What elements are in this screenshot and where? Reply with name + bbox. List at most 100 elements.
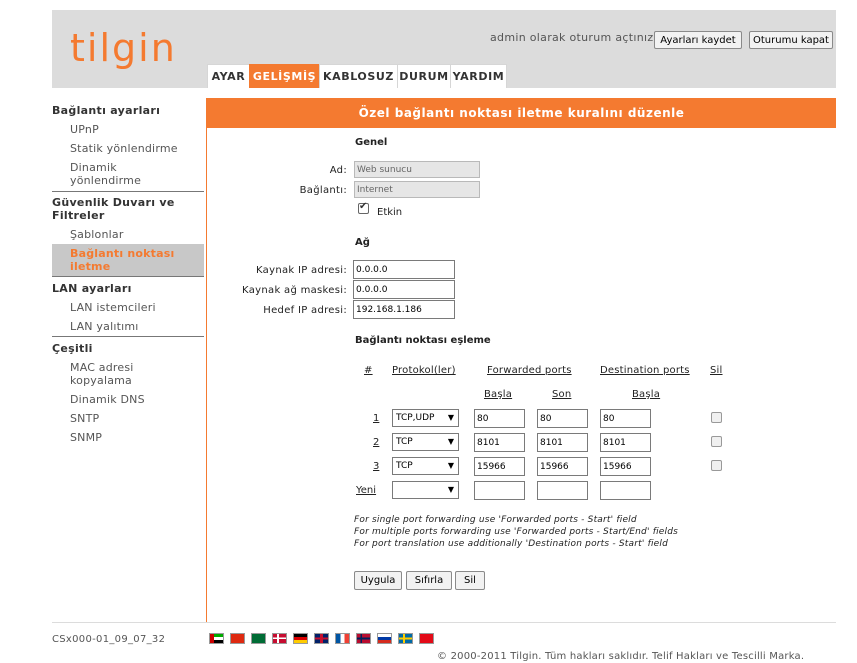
forwarded-start-input[interactable] [474, 409, 525, 428]
content-divider [206, 98, 207, 622]
port-mapping-heading: Bağlantı noktası eşleme [355, 335, 491, 346]
reset-button[interactable]: Sıfırla [406, 571, 452, 590]
delete-checkbox[interactable] [711, 436, 722, 447]
sidebar-section-baglanti: Bağlantı ayarları [52, 104, 161, 117]
tab-ayar[interactable]: AYAR [207, 64, 249, 88]
new-row-link[interactable]: Yeni [356, 485, 376, 496]
firmware-version: CSx000-01_09_07_32 [52, 634, 166, 645]
french-flag-icon[interactable] [335, 633, 350, 644]
protocol-value: TCP [396, 437, 413, 447]
dropdown-arrow-icon: ▼ [447, 485, 454, 494]
swedish-flag-icon[interactable] [398, 633, 413, 644]
logout-button[interactable]: Oturumu kapat [749, 31, 833, 49]
sidebar-divider [52, 191, 204, 192]
general-heading: Genel [355, 137, 388, 148]
sidebar-item-dynamic-routing[interactable]: Dinamik yönlendirme [70, 161, 180, 187]
danish-flag-icon[interactable] [272, 633, 287, 644]
help-note: For single port forwarding use 'Forwarde… [354, 515, 637, 525]
sidebar-section-misc: Çeşitli [52, 342, 93, 355]
sidebar-item-sntp[interactable]: SNTP [70, 412, 99, 425]
sidebar-item-snmp[interactable]: SNMP [70, 431, 102, 444]
help-note: For port translation use additionally 'D… [354, 539, 669, 549]
forwarded-end-input[interactable] [537, 433, 588, 452]
forwarded-start-input[interactable] [474, 433, 525, 452]
sidebar-section-firewall: Güvenlik Duvarı ve Filtreler [52, 196, 175, 222]
sidebar-divider [52, 276, 204, 277]
forwarded-end-input[interactable] [537, 457, 588, 476]
tab-yardim[interactable]: YARDIM [450, 64, 507, 88]
row-number-link[interactable]: 2 [373, 437, 379, 448]
protocol-value: TCP [396, 461, 413, 471]
column-destination-ports: Destination ports [600, 365, 690, 376]
copyright-text: © 2000-2011 Tilgin. Tüm hakları saklıdır… [437, 651, 805, 662]
sidebar-item-upnp[interactable]: UPnP [70, 123, 99, 136]
source-mask-input[interactable] [353, 280, 455, 299]
name-field[interactable] [354, 161, 480, 178]
connection-label: Bağlantı: [299, 185, 347, 196]
turkish-flag-icon[interactable] [419, 633, 434, 644]
sidebar-item-dynamic-dns[interactable]: Dinamik DNS [70, 393, 145, 406]
name-label: Ad: [329, 165, 347, 176]
apply-button[interactable]: Uygula [354, 571, 402, 590]
sidebar-item-port-forwarding[interactable]: Bağlantı noktası iletme [52, 244, 204, 276]
delete-checkbox[interactable] [711, 460, 722, 471]
protocol-select[interactable]: TCP ▼ [392, 457, 459, 475]
new-protocol-select[interactable]: ▼ [392, 481, 459, 499]
tab-durum[interactable]: DURUM [397, 64, 450, 88]
arabic-flag-icon[interactable] [209, 633, 224, 644]
protocol-select[interactable]: TCP ▼ [392, 433, 459, 451]
connection-field[interactable] [354, 181, 480, 198]
sidebar-item-static-routing[interactable]: Statik yönlendirme [70, 142, 178, 155]
tab-gelismis[interactable]: GELİŞMİŞ [249, 64, 319, 88]
sidebar-item-lan-isolation[interactable]: LAN yalıtımı [70, 320, 139, 333]
destination-start-input[interactable] [600, 457, 651, 476]
destination-ip-label: Hedef IP adresi: [263, 305, 347, 316]
column-destination-start: Başla [632, 389, 661, 400]
source-mask-label: Kaynak ağ maskesi: [242, 285, 347, 296]
dropdown-arrow-icon: ▼ [447, 413, 454, 422]
new-destination-start-input[interactable] [600, 481, 651, 500]
chinese-flag-icon[interactable] [230, 633, 245, 644]
uk-flag-icon[interactable] [314, 633, 329, 644]
footer-divider [52, 622, 836, 623]
delete-button[interactable]: Sil [455, 571, 485, 590]
saudi-flag-icon[interactable] [251, 633, 266, 644]
new-forwarded-end-input[interactable] [537, 481, 588, 500]
protocol-value: TCP,UDP [396, 413, 435, 423]
sidebar-item-lan-clients[interactable]: LAN istemcileri [70, 301, 156, 314]
delete-checkbox[interactable] [711, 412, 722, 423]
column-delete: Sil [710, 365, 723, 376]
forwarded-end-input[interactable] [537, 409, 588, 428]
tilgin-logo: tilgin [70, 26, 177, 70]
tab-kablosuz[interactable]: KABLOSUZ [319, 64, 397, 88]
new-forwarded-start-input[interactable] [474, 481, 525, 500]
dropdown-arrow-icon: ▼ [447, 437, 454, 446]
destination-start-input[interactable] [600, 433, 651, 452]
russian-flag-icon[interactable] [377, 633, 392, 644]
column-forwarded-start: Başla [484, 389, 513, 400]
column-forwarded-ports: Forwarded ports [487, 365, 572, 376]
source-ip-label: Kaynak IP adresi: [256, 265, 347, 276]
forwarded-start-input[interactable] [474, 457, 525, 476]
sidebar-section-lan: LAN ayarları [52, 282, 132, 295]
column-forwarded-end: Son [552, 389, 572, 400]
enabled-checkbox[interactable] [358, 201, 369, 214]
network-heading: Ağ [355, 237, 370, 248]
row-number-link[interactable]: 1 [373, 413, 379, 424]
enabled-label: Etkin [377, 207, 403, 218]
save-settings-button[interactable]: Ayarları kaydet [654, 31, 742, 49]
destination-ip-input[interactable] [353, 300, 455, 319]
column-protocol: Protokol(ler) [392, 365, 456, 376]
protocol-select[interactable]: TCP,UDP ▼ [392, 409, 459, 427]
norwegian-flag-icon[interactable] [356, 633, 371, 644]
row-number-link[interactable]: 3 [373, 461, 379, 472]
dropdown-arrow-icon: ▼ [447, 461, 454, 470]
sidebar-divider [52, 336, 204, 337]
page-title: Özel bağlantı noktası iletme kuralını dü… [207, 98, 836, 128]
sidebar-item-mac-clone[interactable]: MAC adresi kopyalama [70, 361, 160, 387]
column-number: # [364, 365, 373, 376]
destination-start-input[interactable] [600, 409, 651, 428]
source-ip-input[interactable] [353, 260, 455, 279]
sidebar-item-templates[interactable]: Şablonlar [70, 228, 124, 241]
german-flag-icon[interactable] [293, 633, 308, 644]
